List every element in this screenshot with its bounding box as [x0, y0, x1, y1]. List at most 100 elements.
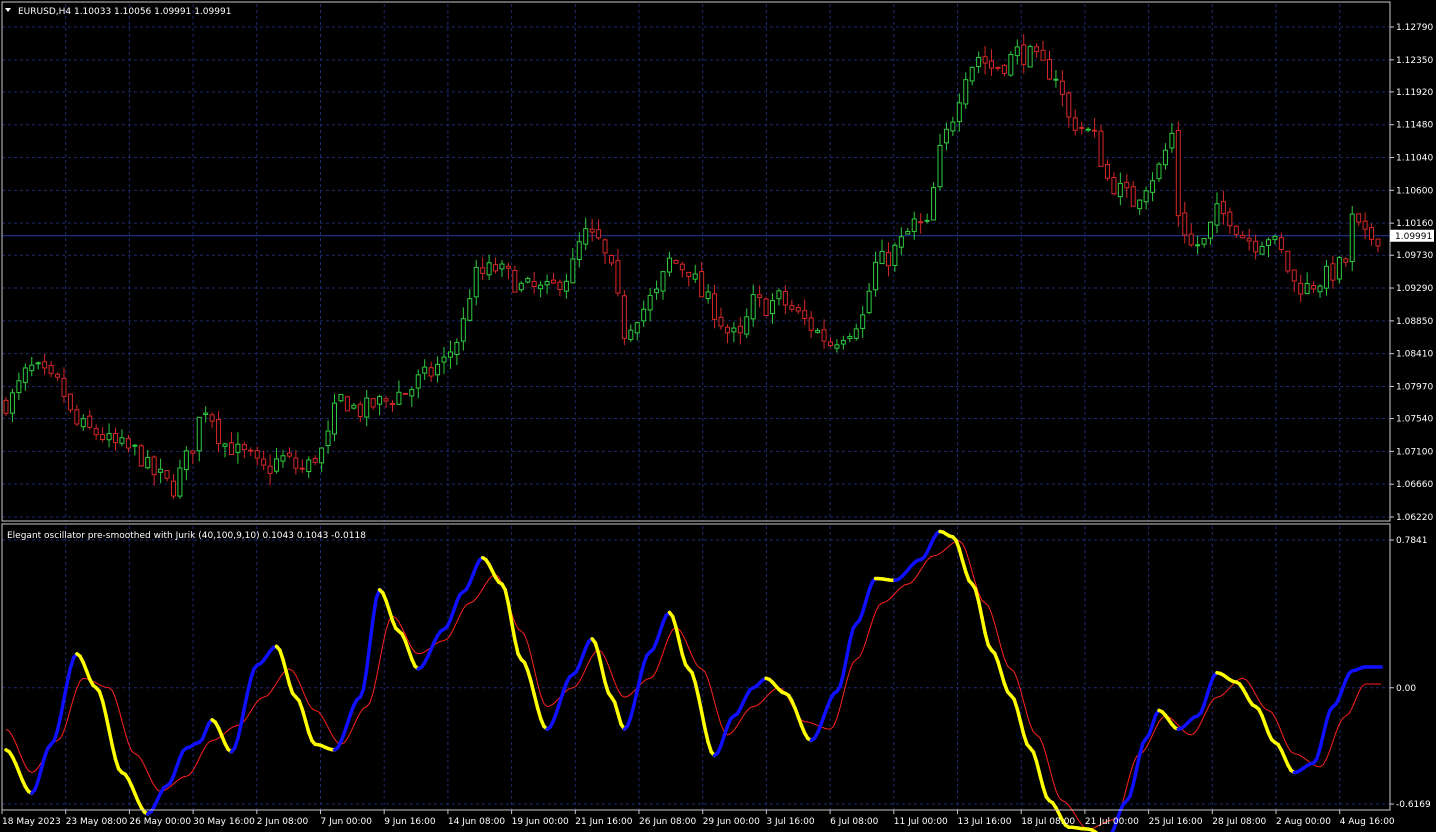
- candle[interactable]: [158, 458, 164, 484]
- candle[interactable]: [267, 454, 273, 486]
- candle[interactable]: [1021, 34, 1027, 74]
- candle[interactable]: [898, 227, 904, 256]
- candle[interactable]: [1375, 238, 1381, 253]
- candle[interactable]: [286, 447, 292, 459]
- candlestick-series[interactable]: [3, 34, 1381, 499]
- candle[interactable]: [467, 289, 473, 322]
- chart-canvas[interactable]: 1.12790 1.12350 1.11920 1.11480 1.11040 1.106…: [0, 0, 1436, 832]
- candle[interactable]: [351, 402, 357, 410]
- candle[interactable]: [1034, 43, 1040, 58]
- candle[interactable]: [1356, 213, 1362, 227]
- candle[interactable]: [299, 459, 305, 474]
- candle[interactable]: [209, 412, 215, 428]
- candle[interactable]: [873, 251, 879, 297]
- candle[interactable]: [789, 299, 795, 313]
- candle[interactable]: [1124, 174, 1130, 198]
- candle[interactable]: [42, 354, 48, 375]
- candle[interactable]: [1323, 260, 1329, 296]
- candle[interactable]: [1362, 212, 1368, 240]
- candle[interactable]: [1162, 143, 1168, 170]
- candle[interactable]: [969, 66, 975, 86]
- candle[interactable]: [1072, 109, 1078, 136]
- candle[interactable]: [1092, 118, 1098, 138]
- candle[interactable]: [621, 290, 627, 346]
- candle[interactable]: [596, 219, 602, 241]
- candle[interactable]: [860, 305, 866, 338]
- candle[interactable]: [628, 324, 634, 343]
- candle[interactable]: [370, 397, 376, 410]
- candle[interactable]: [241, 441, 247, 459]
- candle[interactable]: [409, 386, 415, 407]
- candle[interactable]: [544, 274, 550, 295]
- candle[interactable]: [885, 242, 891, 277]
- candle[interactable]: [757, 285, 763, 308]
- candle[interactable]: [1298, 274, 1304, 303]
- candle[interactable]: [1220, 190, 1226, 225]
- candle[interactable]: [364, 390, 370, 427]
- candle[interactable]: [164, 470, 170, 482]
- candle[interactable]: [641, 300, 647, 327]
- candle[interactable]: [1066, 91, 1072, 128]
- candle[interactable]: [776, 288, 782, 306]
- candle[interactable]: [1008, 51, 1014, 77]
- candle[interactable]: [235, 432, 241, 464]
- candle[interactable]: [29, 357, 35, 377]
- candle[interactable]: [344, 395, 350, 412]
- candle[interactable]: [1156, 162, 1162, 182]
- candle[interactable]: [274, 448, 280, 474]
- candle[interactable]: [100, 427, 106, 443]
- candle[interactable]: [1027, 44, 1033, 68]
- candle[interactable]: [589, 218, 595, 242]
- candle[interactable]: [551, 272, 557, 285]
- oscillator-series[interactable]: [4, 529, 1383, 832]
- candle[interactable]: [608, 254, 614, 267]
- candle[interactable]: [138, 443, 144, 467]
- candle[interactable]: [1369, 223, 1375, 246]
- candle[interactable]: [1046, 50, 1052, 81]
- candle[interactable]: [937, 133, 943, 191]
- candle[interactable]: [1130, 181, 1136, 207]
- candle[interactable]: [1079, 122, 1085, 135]
- candle[interactable]: [924, 213, 930, 224]
- candle[interactable]: [87, 409, 93, 430]
- candle[interactable]: [1098, 125, 1104, 167]
- chevron-down-icon[interactable]: [5, 8, 11, 12]
- candle[interactable]: [402, 392, 408, 395]
- candle[interactable]: [718, 307, 724, 330]
- candle[interactable]: [976, 51, 982, 74]
- candle[interactable]: [106, 423, 112, 448]
- candle[interactable]: [1272, 234, 1278, 245]
- candle[interactable]: [712, 284, 718, 329]
- candle[interactable]: [1150, 172, 1156, 202]
- candle[interactable]: [306, 456, 312, 479]
- candle[interactable]: [454, 338, 460, 366]
- candle[interactable]: [203, 406, 209, 423]
- candle[interactable]: [119, 429, 125, 447]
- candle[interactable]: [525, 276, 531, 284]
- candle[interactable]: [615, 249, 621, 297]
- candle[interactable]: [151, 455, 157, 486]
- candle[interactable]: [473, 259, 479, 306]
- candle[interactable]: [80, 414, 86, 431]
- candle[interactable]: [1001, 64, 1007, 77]
- candle[interactable]: [982, 46, 988, 75]
- candle[interactable]: [950, 116, 956, 136]
- candle[interactable]: [1265, 237, 1271, 258]
- candle[interactable]: [847, 333, 853, 343]
- candle[interactable]: [312, 455, 318, 466]
- candle[interactable]: [389, 400, 395, 412]
- candle[interactable]: [879, 239, 885, 265]
- trading-chart[interactable]: 1.12790 1.12350 1.11920 1.11480 1.11040 1.106…: [0, 0, 1436, 832]
- candle[interactable]: [377, 394, 383, 416]
- candle[interactable]: [931, 182, 937, 221]
- candle[interactable]: [808, 311, 814, 338]
- candle[interactable]: [422, 359, 428, 380]
- candle[interactable]: [67, 393, 73, 414]
- candle[interactable]: [853, 323, 859, 341]
- candle[interactable]: [576, 232, 582, 268]
- candle[interactable]: [435, 356, 441, 383]
- candle[interactable]: [177, 459, 183, 499]
- candle[interactable]: [35, 361, 41, 370]
- candle[interactable]: [654, 280, 660, 300]
- candle[interactable]: [1291, 269, 1297, 293]
